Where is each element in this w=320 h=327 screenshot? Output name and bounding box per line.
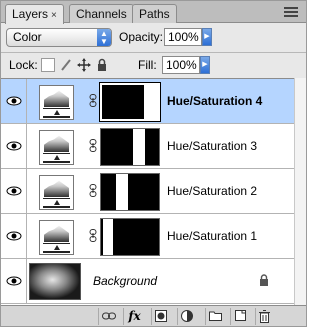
tab-layers-label: Layers	[12, 7, 49, 21]
fill-label: Fill:	[138, 58, 157, 72]
lock-pixels-icon[interactable]	[59, 58, 73, 72]
lock-position-icon[interactable]	[77, 58, 91, 72]
panel-menu-icon[interactable]	[284, 6, 300, 18]
adjustment-thumbnail[interactable]	[39, 130, 74, 165]
folder-icon	[209, 311, 222, 321]
layer-row[interactable]: Hue/Saturation 4	[1, 79, 294, 124]
fx-button[interactable]: fx	[123, 308, 145, 325]
tab-channels-label: Channels	[76, 7, 127, 21]
add-mask-button[interactable]	[151, 308, 169, 325]
layer-row[interactable]: Hue/Saturation 3	[1, 124, 294, 169]
lock-icon	[260, 274, 268, 286]
layer-mask-thumbnail[interactable]	[100, 173, 160, 211]
eye-icon[interactable]	[1, 79, 27, 123]
opacity-arrow-icon[interactable]: ▶	[202, 28, 212, 46]
adjustment-icon	[181, 310, 193, 322]
close-icon[interactable]: ×	[51, 10, 57, 21]
tab-paths[interactable]: Paths	[132, 4, 177, 23]
link-icon	[102, 312, 116, 320]
link-icon[interactable]	[89, 94, 97, 107]
scrollbar[interactable]	[294, 78, 306, 305]
fx-icon: fx	[128, 309, 141, 323]
opacity-field[interactable]: 100%	[164, 28, 202, 46]
tab-layers[interactable]: Layers ×	[5, 4, 64, 24]
layer-mask-thumbnail[interactable]	[99, 82, 161, 122]
layer-row[interactable]: Hue/Saturation 1	[1, 214, 294, 259]
chevron-updown-icon: ▲ ▼	[97, 29, 111, 46]
lock-transparency-icon[interactable]	[41, 58, 55, 72]
layer-name: Hue/Saturation 3	[167, 139, 258, 153]
adjustment-thumbnail[interactable]	[39, 85, 74, 120]
eye-icon[interactable]	[1, 214, 27, 258]
layer-name: Hue/Saturation 2	[167, 184, 258, 198]
new-layer-button[interactable]	[230, 308, 248, 325]
tab-bar: Layers × Channels Paths	[1, 1, 306, 24]
layer-row-background[interactable]: Background	[1, 259, 294, 304]
photo-thumbnail[interactable]	[29, 263, 81, 300]
lock-options-row: Lock: Fill: 100% ▶	[1, 52, 306, 76]
mask-icon	[155, 310, 167, 322]
eye-icon[interactable]	[1, 169, 27, 213]
layers-list: Hue/Saturation 4 Hue/Saturation 3 Hue/Sa…	[1, 78, 294, 305]
bottom-toolbar: fx	[1, 305, 306, 326]
eye-icon[interactable]	[1, 124, 27, 168]
link-layers-button[interactable]	[98, 308, 116, 325]
layer-name: Hue/Saturation 1	[167, 229, 258, 243]
lock-label: Lock:	[9, 58, 38, 72]
layer-mask-thumbnail[interactable]	[100, 128, 160, 166]
new-group-button[interactable]	[205, 308, 223, 325]
adjustment-thumbnail[interactable]	[39, 220, 74, 255]
blend-mode-value: Color	[13, 30, 42, 44]
layer-name: Background	[93, 274, 158, 288]
layer-row[interactable]: Hue/Saturation 2	[1, 169, 294, 214]
fill-field[interactable]: 100%	[162, 56, 200, 74]
link-icon[interactable]	[89, 229, 97, 242]
delete-layer-button[interactable]	[255, 308, 273, 325]
lock-all-icon[interactable]	[95, 58, 109, 72]
tab-paths-label: Paths	[139, 7, 170, 21]
trash-icon	[259, 310, 270, 323]
blend-mode-select[interactable]: Color ▲ ▼	[6, 28, 112, 47]
opacity-label: Opacity:	[119, 30, 164, 44]
tab-channels[interactable]: Channels	[69, 4, 134, 23]
layer-name: Hue/Saturation 4	[167, 94, 263, 108]
link-icon[interactable]	[89, 139, 97, 152]
layer-mask-thumbnail[interactable]	[100, 218, 160, 256]
fill-arrow-icon[interactable]: ▶	[200, 56, 210, 74]
layers-panel: Layers × Channels Paths Color ▲ ▼ Opacity:…	[0, 0, 307, 327]
adjustment-thumbnail[interactable]	[39, 175, 74, 210]
new-layer-icon	[235, 310, 246, 321]
eye-icon[interactable]	[1, 259, 27, 303]
blend-options-row: Color ▲ ▼ Opacity: 100% ▶	[1, 24, 306, 50]
adjustment-layer-button[interactable]	[177, 308, 195, 325]
link-icon[interactable]	[89, 184, 97, 197]
